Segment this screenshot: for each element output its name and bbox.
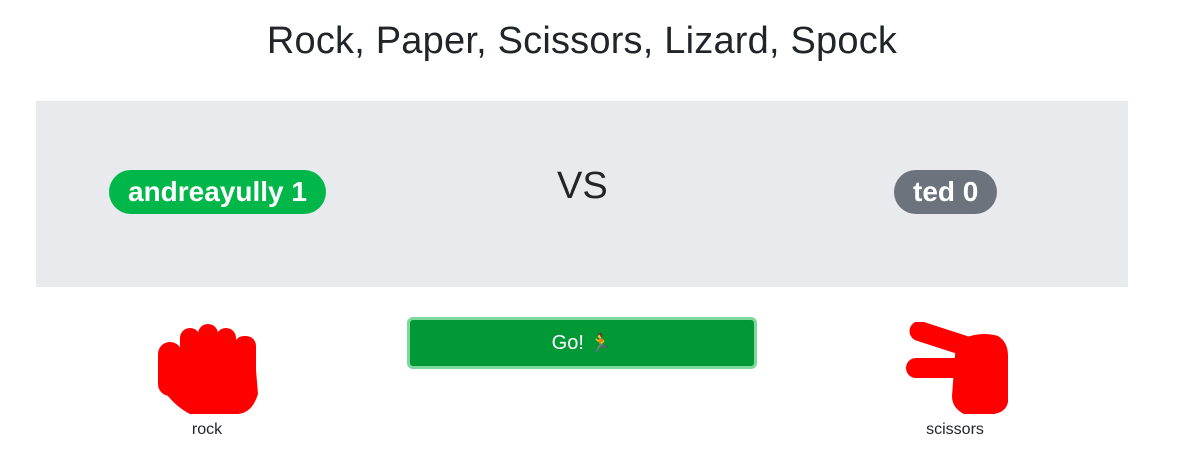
rock-label: rock (191, 421, 223, 438)
go-button[interactable]: Go! 🏃 (407, 317, 757, 369)
runner-icon: 🏃 (589, 332, 613, 353)
rock-hand-icon[interactable] (156, 322, 262, 416)
page-title: Rock, Paper, Scissors, Lizard, Spock (266, 20, 898, 62)
scissors-label: scissors (926, 421, 984, 438)
game-page: Rock, Paper, Scissors, Lizard, Spock and… (0, 0, 1198, 461)
vs-label: VS (557, 165, 608, 207)
scoreboard: andreayully 1 VS ted 0 (36, 101, 1128, 287)
player2-score-badge: ted 0 (894, 170, 998, 214)
scissors-hand-icon[interactable] (902, 322, 1010, 416)
player1-score-badge: andreayully 1 (109, 170, 326, 214)
go-button-label: Go! (551, 331, 584, 354)
